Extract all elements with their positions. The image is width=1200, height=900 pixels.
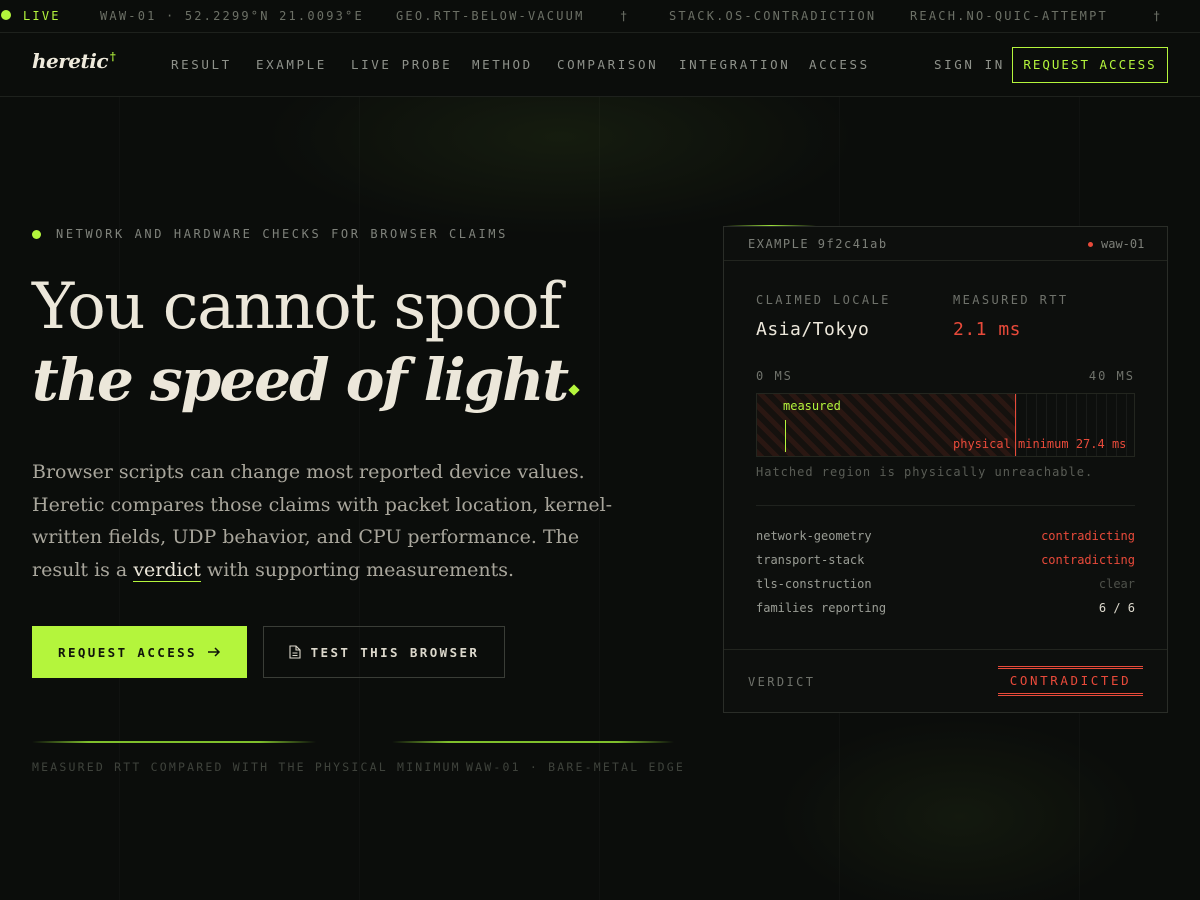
headline-line-1: You cannot spoof	[32, 270, 562, 344]
nav-link-comparison[interactable]: COMPARISON	[557, 57, 658, 72]
divider	[32, 741, 316, 743]
claimed-locale-label: CLAIMED LOCALE	[756, 293, 891, 307]
ticker-item: GEO.RTT-BELOW-VACUUM	[396, 9, 585, 23]
divider	[392, 741, 674, 743]
nav-link-method[interactable]: METHOD	[472, 57, 533, 72]
test-browser-label: TEST THIS BROWSER	[310, 644, 480, 660]
request-access-button[interactable]: REQUEST ACCESS	[32, 626, 247, 678]
verdict-link[interactable]: verdict	[133, 558, 201, 582]
scale-max: 40 MS	[1088, 369, 1135, 383]
ticker-item: †	[620, 9, 630, 23]
sign-in-link[interactable]: SIGN IN	[934, 57, 1005, 72]
measured-rtt-label: MEASURED RTT	[953, 293, 1069, 307]
document-icon	[289, 645, 301, 659]
live-label: LIVE	[23, 9, 61, 23]
ticker-item: STACK.OS-CONTRADICTION	[669, 9, 877, 23]
headline-line-2-text: the speed of light	[32, 346, 569, 414]
check-row: tls-construction clear	[756, 577, 1135, 595]
caption-right: WAW-01 · BARE-METAL EDGE	[466, 760, 685, 774]
measured-label: measured	[783, 399, 841, 413]
nav-link-access[interactable]: ACCESS	[809, 57, 870, 72]
top-nav: heretic † RESULT EXAMPLE LIVE PROBE METHO…	[0, 33, 1200, 97]
check-value: contradicting	[1041, 553, 1135, 567]
example-card: EXAMPLE 9f2c41ab waw-01 CLAIMED LOCALE A…	[723, 226, 1168, 713]
rtt-bar: measured physical minimum 27.4 ms	[756, 393, 1135, 457]
diamond-icon	[568, 384, 580, 396]
test-browser-button[interactable]: TEST THIS BROWSER	[263, 626, 505, 678]
eyebrow-dot-icon	[32, 230, 41, 239]
claimed-locale-value: Asia/Tokyo	[756, 319, 870, 340]
check-row: transport-stack contradicting	[756, 553, 1135, 571]
check-key: tls-construction	[756, 577, 872, 591]
ticker-item: WAW-01 · 52.2299°N 21.0093°E	[100, 9, 364, 23]
measured-marker	[785, 420, 786, 452]
check-row: network-geometry contradicting	[756, 529, 1135, 547]
check-key: families reporting	[756, 601, 887, 615]
logo[interactable]: heretic †	[32, 49, 116, 73]
dagger-icon: †	[110, 50, 116, 64]
nav-link-result[interactable]: RESULT	[171, 57, 232, 72]
check-key: network-geometry	[756, 529, 872, 543]
arrow-right-icon	[207, 647, 221, 657]
card-footer: VERDICT CONTRADICTED	[724, 649, 1167, 712]
card-header: EXAMPLE 9f2c41ab waw-01	[724, 227, 1167, 261]
caption-left: MEASURED RTT COMPARED WITH THE PHYSICAL …	[32, 760, 461, 774]
check-value: 6 / 6	[1098, 601, 1135, 615]
example-id: EXAMPLE 9f2c41ab	[748, 237, 888, 251]
node-label: waw-01	[1101, 237, 1145, 251]
nav-link-integration[interactable]: INTEGRATION	[679, 57, 790, 72]
live-indicator-icon	[1, 10, 11, 20]
check-value: contradicting	[1041, 529, 1135, 543]
scale-min: 0 MS	[756, 369, 793, 383]
physical-minimum-label: physical minimum 27.4 ms	[953, 437, 1127, 451]
status-ticker: LIVE WAW-01 · 52.2299°N 21.0093°E GEO.RT…	[0, 0, 1200, 33]
divider	[756, 505, 1135, 506]
request-access-label: REQUEST ACCESS	[58, 644, 197, 660]
lede-text-end: with supporting measurements.	[200, 558, 514, 581]
ticker-item: REACH.NO-QUIC-ATTEMPT	[910, 9, 1108, 23]
headline-line-2: the speed of light	[32, 346, 580, 414]
measured-rtt-value: 2.1 ms	[953, 319, 1022, 340]
nav-link-example[interactable]: EXAMPLE	[256, 57, 327, 72]
verdict-label: VERDICT	[748, 675, 816, 689]
check-key: transport-stack	[756, 553, 865, 567]
verdict-badge: CONTRADICTED	[998, 666, 1143, 696]
request-access-nav-button[interactable]: REQUEST ACCESS	[1012, 47, 1168, 83]
bar-note: Hatched region is physically unreachable…	[756, 465, 1094, 479]
hero-description: Browser scripts can change most reported…	[32, 456, 632, 586]
status-dot-icon	[1088, 242, 1093, 247]
logo-text: heretic	[32, 49, 109, 73]
eyebrow: NETWORK AND HARDWARE CHECKS FOR BROWSER …	[56, 227, 508, 241]
check-value: clear	[1098, 577, 1135, 591]
check-row: families reporting 6 / 6	[756, 601, 1135, 619]
nav-link-live-probe[interactable]: LIVE PROBE	[351, 57, 452, 72]
ticker-item: †	[1153, 9, 1163, 23]
